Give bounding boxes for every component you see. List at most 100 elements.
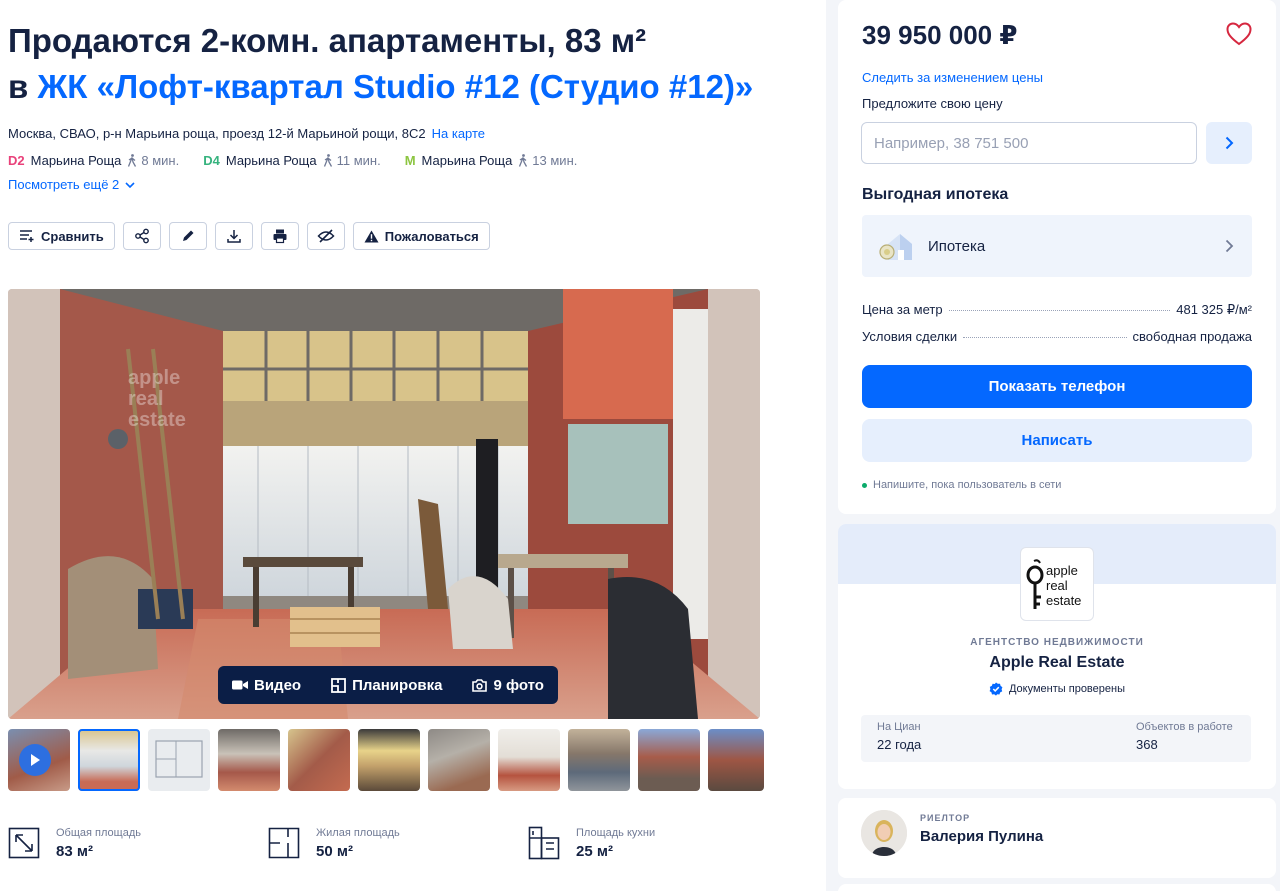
walk-icon [128, 154, 137, 167]
price: 39 950 000 ₽ [862, 20, 1018, 50]
svg-text:real: real [1046, 578, 1068, 593]
walk-time-text: 8 мин. [141, 153, 180, 168]
svg-text:estate: estate [128, 409, 186, 431]
warning-icon [364, 230, 379, 242]
total-area: Общая площадь 83 м² [8, 826, 268, 860]
print-icon [273, 229, 287, 244]
metro-walk-time: 13 мин. [518, 153, 577, 168]
follow-price-link[interactable]: Следить за изменением цены [862, 70, 1043, 85]
thumbnail-photo[interactable] [568, 729, 630, 791]
stat-value: 22 года [877, 737, 922, 752]
download-icon [227, 230, 241, 243]
main-photo[interactable]: apple real estate Видео Планировка 9 фот… [8, 289, 760, 719]
address: Москва, СВАО, р-н Марьина роща, проезд 1… [8, 126, 485, 141]
verified-text: Документы проверены [1008, 683, 1125, 695]
address-text: Москва, СВАО, р-н Марьина роща, проезд 1… [8, 126, 426, 141]
living-area: Жилая площадь 50 м² [268, 826, 528, 860]
compare-label: Сравнить [41, 228, 104, 244]
svg-text:real: real [128, 388, 164, 410]
kv-dots [948, 310, 1171, 311]
realtor-name[interactable]: Валерия Пулина [920, 828, 1043, 845]
kitchen-area: Площадь кухни 25 м² [528, 826, 788, 860]
complex-link[interactable]: ЖК «Лофт-квартал Studio #12 (Студио #12)… [37, 68, 753, 105]
area-features: Общая площадь 83 м² Жилая площадь 50 м² … [8, 826, 788, 860]
realtor-type: РИЕЛТОР [920, 813, 971, 823]
download-button[interactable] [214, 222, 253, 250]
walk-time-text: 13 мин. [532, 153, 578, 168]
online-hint: Напишите, пока пользователь в сети [862, 479, 1061, 491]
stat-objects: Объектов в работе 368 [1136, 721, 1233, 752]
gallery-tabs: Видео Планировка 9 фото [218, 666, 558, 704]
thumbnail-photo[interactable] [288, 729, 350, 791]
share-button[interactable] [122, 222, 161, 250]
svg-text:estate: estate [1046, 593, 1081, 608]
offer-label: Предложите свою цену [862, 96, 1003, 111]
mortgage-item[interactable]: Ипотека [862, 215, 1252, 277]
house-coin-icon [879, 234, 912, 260]
kv-value: свободная продажа [1132, 329, 1252, 344]
tab-layout[interactable]: Планировка [331, 677, 442, 694]
agency-logo[interactable]: apple real estate [1020, 547, 1094, 621]
show-phone-button[interactable]: Показать телефон [862, 365, 1252, 408]
online-dot-icon [862, 482, 867, 488]
thumbnail-video[interactable] [8, 729, 70, 791]
walk-time-text: 11 мин. [336, 153, 381, 168]
metro-item-m[interactable]: M Марьина Роща 13 мин. [405, 153, 578, 168]
offer-price-input[interactable] [861, 122, 1197, 164]
thumbnail-photo[interactable] [358, 729, 420, 791]
metro-walk-time: 8 мин. [127, 153, 179, 168]
title-line1: Продаются 2-комн. апартаменты, 83 м² [8, 22, 647, 59]
agency-name[interactable]: Apple Real Estate [838, 654, 1276, 672]
metro-line-badge: M [404, 153, 416, 168]
tab-video[interactable]: Видео [232, 677, 301, 694]
living-area-icon [268, 827, 300, 859]
chevron-down-icon [125, 181, 135, 188]
compare-icon [20, 230, 34, 242]
tab-photos[interactable]: 9 фото [472, 677, 544, 694]
stat-on-cian: На Циан 22 года [877, 721, 921, 752]
price-card: 39 950 000 ₽ Следить за изменением цены … [838, 0, 1276, 514]
thumbnail-photo[interactable] [218, 729, 280, 791]
tab-photos-label: 9 фото [493, 676, 544, 694]
play-icon [19, 744, 51, 776]
kv-dots [963, 337, 1127, 338]
thumbnail-photo[interactable] [638, 729, 700, 791]
metro-line-badge: D4 [203, 153, 220, 168]
thumbnail-photo[interactable] [428, 729, 490, 791]
thumbnail-floor-plan[interactable] [148, 729, 210, 791]
thumbnail-photo[interactable] [708, 729, 764, 791]
stat-value: 368 [1136, 737, 1158, 752]
edit-button[interactable] [168, 222, 207, 250]
main-content: Продаются 2-комн. апартаменты, 83 м² в Ж… [8, 0, 768, 891]
metro-station: Марьина Роща [421, 153, 513, 168]
feature-value: 50 м² [316, 842, 353, 860]
map-link[interactable]: На карте [432, 126, 485, 141]
print-button[interactable] [260, 222, 299, 250]
metro-item-d2[interactable]: D2 Марьина Роща 8 мин. [8, 153, 179, 168]
report-button[interactable]: Пожаловаться [352, 222, 490, 250]
title-line2: в ЖК «Лофт-квартал Studio #12 (Студио #1… [8, 64, 753, 110]
metro-item-d4[interactable]: D4 Марьина Роща 11 мин. [203, 153, 380, 168]
hide-button[interactable] [306, 222, 345, 250]
svg-text:apple: apple [128, 367, 180, 389]
page-title: Продаются 2-комн. апартаменты, 83 м² в Ж… [8, 18, 753, 110]
kitchen-icon [528, 826, 560, 860]
tab-layout-label: Планировка [352, 676, 443, 694]
show-more-label: Посмотреть ещё 2 [8, 177, 120, 192]
avatar[interactable] [861, 810, 907, 856]
thumbnail-photo[interactable] [78, 729, 140, 791]
offer-submit-button[interactable] [1206, 122, 1252, 164]
compare-button[interactable]: Сравнить [8, 222, 115, 250]
write-message-button[interactable]: Написать [862, 419, 1252, 462]
thumbnail-photo[interactable] [498, 729, 560, 791]
next-card-edge [838, 884, 1276, 891]
walk-icon [323, 154, 332, 167]
metro-line-badge: D2 [8, 153, 25, 168]
mortgage-title: Выгодная ипотека [862, 186, 1009, 203]
title-prefix: в [8, 68, 38, 105]
video-camera-icon [232, 680, 248, 690]
kv-label: Цена за метр [862, 302, 943, 317]
show-more-metro[interactable]: Посмотреть ещё 2 [8, 177, 135, 192]
heart-icon[interactable] [1226, 22, 1252, 46]
metro-station: Марьина Роща [225, 153, 317, 168]
